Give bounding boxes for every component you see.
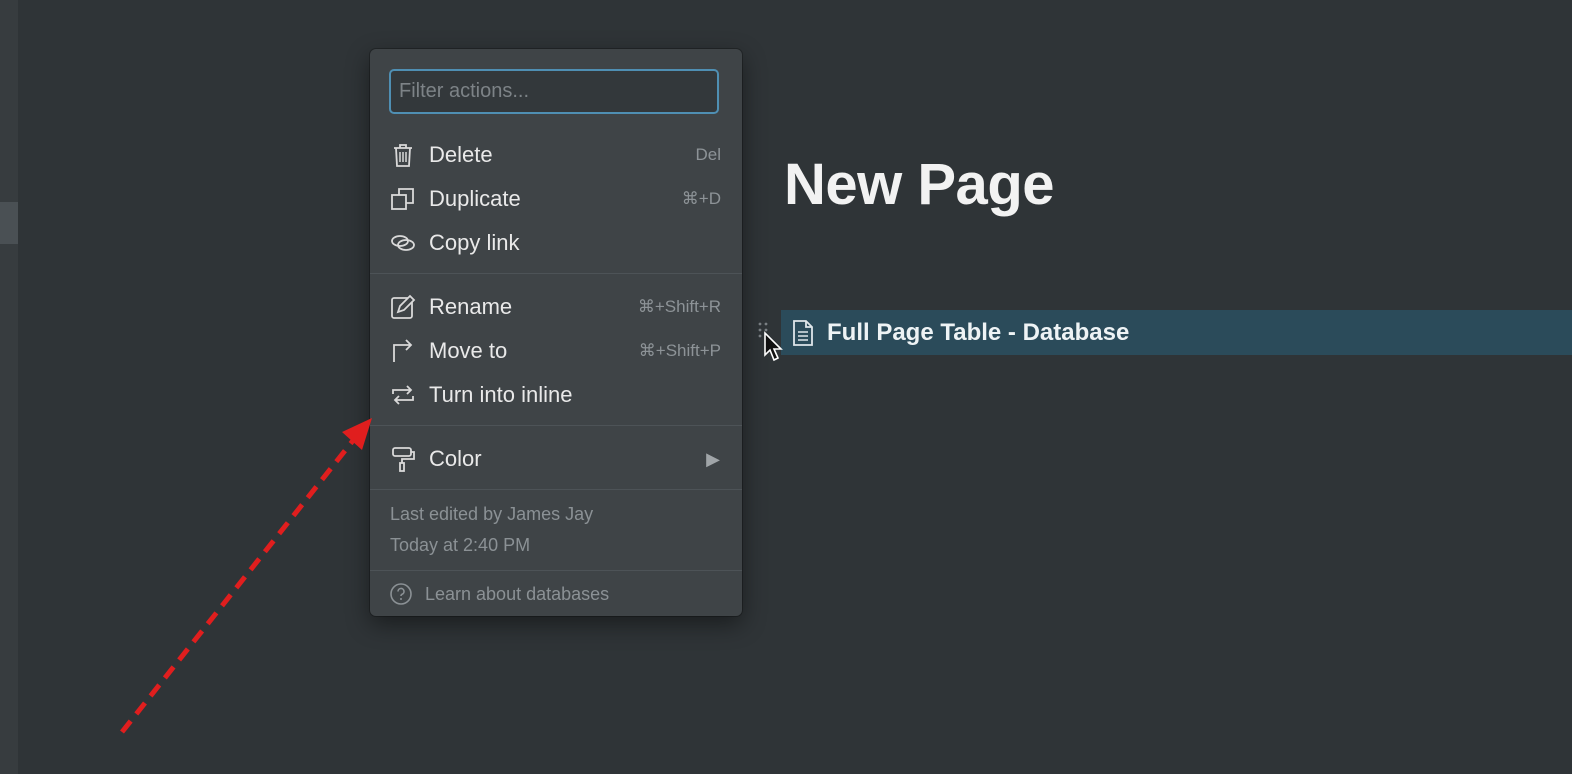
- menu-divider: [370, 425, 742, 426]
- duplicate-icon: [391, 188, 414, 210]
- menu-item-label: Copy link: [429, 230, 520, 255]
- menu-item-label: Turn into inline: [429, 382, 573, 407]
- paint-roller-icon: [392, 447, 415, 472]
- menu-item-duplicate[interactable]: Duplicate ⌘+D: [370, 177, 742, 221]
- block-actions-menu: Delete Del Duplicate ⌘+D Copy link Renam…: [370, 49, 742, 616]
- learn-link-label: Learn about databases: [425, 583, 610, 604]
- menu-divider: [370, 570, 742, 571]
- swap-icon: [392, 385, 414, 405]
- edit-icon: [391, 294, 416, 319]
- menu-item-shortcut: Del: [695, 145, 721, 164]
- menu-item-rename[interactable]: Rename ⌘+Shift+R: [370, 285, 742, 329]
- page-title: New Page: [784, 152, 1055, 217]
- menu-item-label: Delete: [429, 142, 493, 167]
- menu-item-label: Duplicate: [429, 186, 521, 211]
- menu-item-move-to[interactable]: Move to ⌘+Shift+P: [370, 329, 742, 373]
- database-page-block[interactable]: Full Page Table - Database: [781, 310, 1572, 355]
- trash-icon: [394, 144, 412, 167]
- menu-item-shortcut: ⌘+Shift+P: [638, 341, 721, 360]
- last-edited-by: Last edited by James Jay: [390, 504, 594, 524]
- menu-item-color[interactable]: Color ▶: [370, 437, 742, 481]
- menu-item-turn-into-inline[interactable]: Turn into inline: [370, 373, 742, 417]
- menu-item-shortcut: ⌘+Shift+R: [637, 297, 721, 316]
- learn-about-databases-link[interactable]: Learn about databases: [389, 580, 609, 608]
- link-icon: [391, 235, 415, 251]
- menu-item-label: Move to: [429, 338, 508, 363]
- move-arrow-icon: [393, 339, 413, 362]
- menu-item-delete[interactable]: Delete Del: [370, 133, 742, 177]
- database-title: Full Page Table - Database: [827, 318, 1130, 346]
- menu-item-label: Rename: [429, 294, 513, 319]
- menu-divider: [370, 273, 742, 274]
- menu-item-label: Color: [429, 446, 482, 471]
- submenu-arrow-icon: ▶: [706, 448, 720, 469]
- help-circle-icon: [390, 583, 412, 605]
- page-document-icon: [793, 319, 813, 346]
- filter-actions-input[interactable]: [389, 69, 719, 114]
- mouse-cursor-icon: [764, 331, 783, 362]
- last-edited-time: Today at 2:40 PM: [390, 535, 531, 555]
- menu-item-shortcut: ⌘+D: [681, 189, 721, 208]
- sidebar-edge: [0, 0, 18, 774]
- menu-item-copy-link[interactable]: Copy link: [370, 221, 742, 265]
- sidebar-resize-handle[interactable]: [0, 202, 18, 244]
- annotation-arrow: [120, 418, 372, 734]
- menu-divider: [370, 489, 742, 490]
